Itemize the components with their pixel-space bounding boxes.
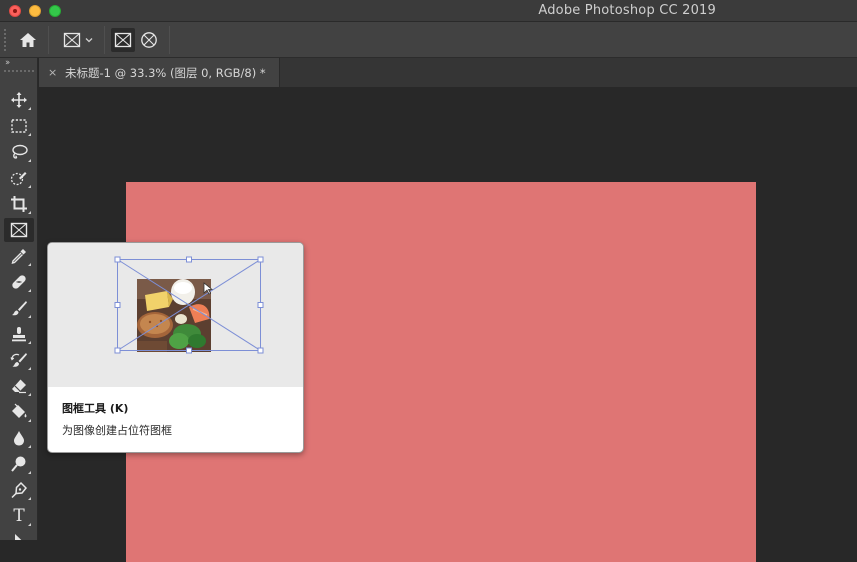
tool-flyout-indicator <box>28 445 31 448</box>
rectangular-frame-button[interactable] <box>111 28 135 52</box>
history-brush-icon <box>10 353 27 367</box>
clone-stamp-tool[interactable] <box>4 322 34 346</box>
options-bar <box>0 22 857 58</box>
document-tab[interactable]: × 未标题-1 @ 33.3% (图层 0, RGB/8) * <box>39 58 280 87</box>
frame-tool[interactable] <box>4 218 34 242</box>
title-bar: Adobe Photoshop CC 2019 <box>0 0 857 22</box>
eraser-tool[interactable] <box>4 374 34 398</box>
lasso-icon <box>12 144 28 159</box>
marquee-icon <box>11 119 27 133</box>
brush-tool[interactable] <box>4 296 34 320</box>
tools-panel-grip[interactable] <box>4 70 34 73</box>
tool-flyout-indicator <box>28 289 31 292</box>
tools-panel-collapse-button[interactable]: ›› <box>5 58 10 68</box>
quick-select-icon <box>10 172 27 186</box>
bandage-icon <box>12 275 26 289</box>
tooltip-description: 为图像创建占位符图框 <box>62 424 172 437</box>
chevron-down-icon <box>85 38 92 43</box>
window-minimize-button[interactable] <box>29 5 41 17</box>
frame-rect-icon <box>114 32 132 48</box>
bucket-icon <box>12 403 27 418</box>
frame-icon <box>10 222 28 238</box>
dodge-icon <box>11 456 26 472</box>
frame-ellipse-icon <box>141 32 157 48</box>
tool-flyout-indicator <box>28 497 31 500</box>
pen-icon <box>11 481 28 499</box>
tool-flyout-indicator <box>28 471 31 474</box>
options-separator <box>169 26 170 54</box>
move-tool[interactable] <box>4 88 34 112</box>
arrow-icon <box>15 534 22 540</box>
healing-brush-tool[interactable] <box>4 270 34 294</box>
quick-selection-tool[interactable] <box>4 166 34 190</box>
pen-tool[interactable] <box>4 478 34 502</box>
lasso-tool[interactable] <box>4 140 34 164</box>
tool-flyout-indicator <box>28 393 31 396</box>
drop-icon <box>14 431 24 446</box>
options-separator <box>104 26 105 54</box>
tool-flyout-indicator <box>28 185 31 188</box>
tooltip-title: 图框工具 (K) <box>62 402 129 415</box>
tool-flyout-indicator <box>28 367 31 370</box>
dodge-tool[interactable] <box>4 452 34 476</box>
elliptical-frame-button[interactable] <box>137 28 161 52</box>
rectangular-marquee-tool[interactable] <box>4 114 34 138</box>
tool-flyout-indicator <box>28 419 31 422</box>
window-zoom-button[interactable] <box>49 5 61 17</box>
frame-tool-tooltip: 图框工具 (K) 为图像创建占位符图框 <box>47 242 304 453</box>
tool-flyout-indicator <box>28 523 31 526</box>
tool-flyout-indicator <box>28 107 31 110</box>
document-tab-title: 未标题-1 @ 33.3% (图层 0, RGB/8) * <box>65 65 266 80</box>
eyedropper-icon <box>11 249 26 264</box>
type-tool[interactable]: T <box>4 504 34 528</box>
history-brush-tool[interactable] <box>4 348 34 372</box>
tooltip-preview <box>48 243 303 387</box>
app-title: Adobe Photoshop CC 2019 <box>538 3 716 18</box>
blur-tool[interactable] <box>4 426 34 450</box>
eyedropper-tool[interactable] <box>4 244 34 268</box>
type-icon: T <box>13 506 25 526</box>
tool-flyout-indicator <box>28 133 31 136</box>
crop-icon <box>11 196 27 212</box>
options-separator <box>48 26 49 54</box>
brush-icon <box>12 301 27 316</box>
home-button[interactable] <box>14 28 42 52</box>
frame-rect-icon <box>63 32 80 48</box>
stamp-icon <box>12 327 26 342</box>
tab-close-button[interactable]: × <box>48 66 60 79</box>
tool-flyout-indicator <box>28 315 31 318</box>
document-tab-bar: × 未标题-1 @ 33.3% (图层 0, RGB/8) * <box>39 58 857 87</box>
frame-bounding-box <box>114 256 264 354</box>
crop-tool[interactable] <box>4 192 34 216</box>
options-bar-grip[interactable] <box>4 29 6 51</box>
tool-flyout-indicator <box>28 159 31 162</box>
move-icon <box>11 92 27 108</box>
tool-flyout-indicator <box>28 263 31 266</box>
home-icon <box>20 33 36 47</box>
path-selection-tool[interactable] <box>4 530 34 540</box>
eraser-icon <box>12 379 26 394</box>
tool-flyout-indicator <box>28 211 31 214</box>
paint-bucket-tool[interactable] <box>4 400 34 424</box>
frame-preset-picker[interactable] <box>58 28 98 52</box>
window-close-button[interactable] <box>9 5 21 17</box>
tool-flyout-indicator <box>28 341 31 344</box>
tools-panel: ›› T <box>0 58 38 540</box>
